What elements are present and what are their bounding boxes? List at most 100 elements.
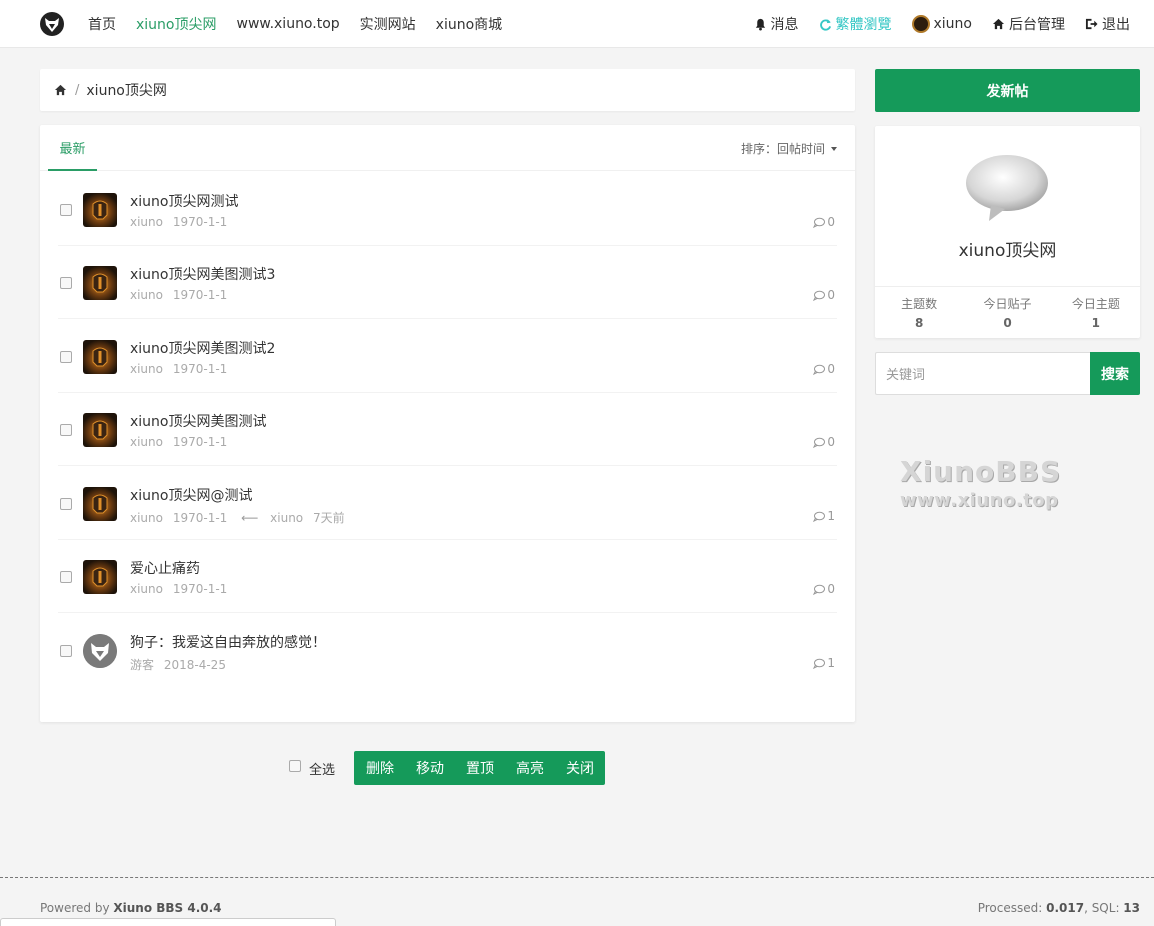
thread-row[interactable]: xiuno顶尖网测试 xiuno 1970-1-1 0 (58, 173, 837, 246)
thread-date: 1970-1-1 (172, 582, 228, 596)
nav-test-site[interactable]: 实测网站 (360, 14, 416, 34)
comment-icon (813, 511, 826, 522)
thread-row[interactable]: 爱心止痛药 xiuno 1970-1-1 0 (58, 540, 837, 613)
messages-label: 消息 (770, 17, 799, 33)
search-button[interactable]: 搜索 (1090, 352, 1140, 395)
stat-today-posts: 今日贴子 0 (963, 287, 1051, 338)
thread-checkbox[interactable] (60, 204, 72, 216)
select-all-checkbox[interactable] (289, 759, 301, 772)
reply-count: 1 (827, 509, 835, 523)
thread-avatar[interactable] (83, 266, 117, 300)
thread-list-card: 最新 排序： 回帖时间 xiuno顶尖网测试 xiuno 1970-1-1 0 … (40, 125, 855, 722)
nav-www-xiuno-top[interactable]: www.xiuno.top (237, 16, 340, 32)
reply-count: 0 (827, 582, 835, 596)
nav-xiuno-shop[interactable]: xiuno商城 (436, 14, 503, 34)
thread-replies: 1 (813, 509, 835, 523)
footer-divider (0, 877, 1154, 878)
thread-author[interactable]: xiuno (130, 511, 163, 525)
home-icon[interactable] (54, 84, 67, 96)
thread-author[interactable]: xiuno (130, 215, 163, 229)
tab-latest[interactable]: 最新 (48, 125, 97, 171)
thread-row[interactable]: xiuno顶尖网美图测试3 xiuno 1970-1-1 0 (58, 246, 837, 319)
thread-avatar[interactable] (83, 560, 117, 594)
thread-avatar[interactable] (83, 193, 117, 227)
traditional-label: 繁體瀏覽 (835, 17, 892, 33)
thread-author[interactable]: xiuno (130, 435, 163, 449)
thread-title[interactable]: xiuno顶尖网美图测试2 (130, 338, 275, 358)
reply-count: 0 (827, 435, 835, 449)
footer-stats: Processed: 0.017, SQL: 13 (978, 901, 1140, 915)
reply-count: 0 (827, 215, 835, 229)
move-button[interactable]: 移动 (416, 758, 444, 778)
nav-traditional-chinese[interactable]: 繁體瀏覽 (819, 14, 892, 34)
site-logo-icon[interactable] (40, 12, 64, 36)
thread-checkbox[interactable] (60, 571, 72, 583)
thread-replies: 0 (813, 582, 835, 596)
thread-author[interactable]: xiuno (130, 288, 163, 302)
thread-row[interactable]: 狗子：我爱这自由奔放的感觉！ 游客 2018-4-25 1 (58, 614, 837, 687)
watermark: XiunoBBS www.xiuno.top (900, 455, 1061, 511)
thread-author[interactable]: xiuno (130, 582, 163, 596)
breadcrumb: / xiuno顶尖网 (40, 69, 855, 111)
user-avatar (911, 15, 930, 33)
watermark-url: www.xiuno.top (900, 490, 1059, 511)
thread-title[interactable]: 爱心止痛药 (130, 558, 200, 578)
bell-icon (755, 18, 765, 31)
new-thread-button[interactable]: 发新帖 (875, 69, 1140, 112)
thread-title[interactable]: xiuno顶尖网@测试 (130, 485, 253, 505)
thread-checkbox[interactable] (60, 424, 72, 436)
nav-logout[interactable]: 退出 (1085, 14, 1130, 34)
comment-icon (813, 217, 826, 228)
select-all[interactable]: 全选 (289, 759, 335, 778)
thread-replies: 0 (813, 288, 835, 302)
thread-avatar[interactable] (83, 634, 117, 668)
thread-author[interactable]: 游客 (130, 658, 154, 672)
watermark-title: XiunoBBS (900, 455, 1062, 488)
sort-prefix: 排序： (740, 142, 777, 156)
search-input[interactable]: 关键词 (875, 352, 1091, 395)
thread-date: 1970-1-1 (172, 511, 228, 525)
nav-admin[interactable]: 后台管理 (992, 14, 1065, 34)
caret-down-icon (831, 146, 837, 151)
thread-date: 1970-1-1 (172, 362, 228, 376)
powered-link[interactable]: Xiuno BBS 4.0.4 (113, 901, 221, 915)
thread-meta: xiuno 1970-1-1 (130, 582, 233, 596)
thread-date: 1970-1-1 (172, 215, 228, 229)
thread-row[interactable]: xiuno顶尖网美图测试2 xiuno 1970-1-1 0 (58, 320, 837, 393)
sticky-button[interactable]: 置顶 (466, 758, 494, 778)
thread-replies: 0 (813, 215, 835, 229)
close-button[interactable]: 关闭 (566, 758, 594, 778)
last-reply-user[interactable]: xiuno (270, 511, 303, 525)
thread-checkbox[interactable] (60, 645, 72, 657)
thread-checkbox[interactable] (60, 498, 72, 510)
delete-button[interactable]: 删除 (366, 758, 394, 778)
stat-value: 0 (1003, 316, 1012, 330)
thread-meta: xiuno 1970-1-1 (130, 288, 233, 302)
processed-value: 0.017 (1046, 901, 1085, 915)
thread-author[interactable]: xiuno (130, 362, 163, 376)
top-navbar: 首页 xiuno顶尖网 www.xiuno.top 实测网站 xiuno商城 消… (0, 0, 1154, 48)
sql-label: , SQL: (1084, 901, 1124, 915)
nav-messages[interactable]: 消息 (754, 14, 799, 34)
thread-avatar[interactable] (83, 413, 117, 447)
thread-title[interactable]: 狗子：我爱这自由奔放的感觉！ (130, 632, 326, 652)
thread-row[interactable]: xiuno顶尖网美图测试 xiuno 1970-1-1 0 (58, 393, 837, 466)
thread-avatar[interactable] (83, 487, 117, 521)
breadcrumb-current[interactable]: xiuno顶尖网 (86, 80, 167, 100)
nav-xiuno-top[interactable]: xiuno顶尖网 (136, 14, 217, 34)
thread-title[interactable]: xiuno顶尖网测试 (130, 191, 239, 211)
thread-avatar[interactable] (83, 340, 117, 374)
thread-checkbox[interactable] (60, 351, 72, 363)
nav-user[interactable]: xiuno (911, 15, 972, 33)
sort-dropdown[interactable]: 排序： 回帖时间 (741, 140, 837, 157)
sign-out-icon (1085, 18, 1098, 30)
thread-title[interactable]: xiuno顶尖网美图测试 (130, 411, 267, 431)
thread-title[interactable]: xiuno顶尖网美图测试3 (130, 264, 275, 284)
nav-home[interactable]: 首页 (88, 14, 116, 34)
last-reply-arrow-icon: ⟵ (241, 511, 259, 525)
breadcrumb-separator: / (75, 82, 80, 98)
stat-value: 1 (1091, 316, 1100, 330)
thread-row[interactable]: xiuno顶尖网@测试 xiuno 1970-1-1 ⟵ xiuno 7天前 1 (58, 467, 837, 540)
thread-checkbox[interactable] (60, 277, 72, 289)
highlight-button[interactable]: 高亮 (516, 758, 544, 778)
